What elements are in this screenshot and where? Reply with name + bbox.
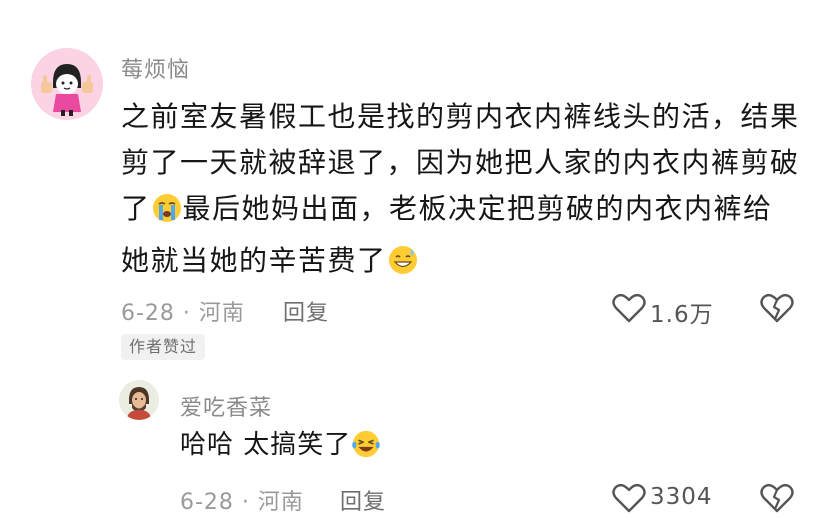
like-count: 1.6万 xyxy=(650,302,714,328)
reply-dislike-button[interactable] xyxy=(760,482,794,518)
crying-face-emoji-icon xyxy=(151,192,183,238)
reply-reply-button[interactable]: 回复 xyxy=(340,484,386,516)
broken-heart-icon xyxy=(760,483,794,513)
comment-line-3: 了 最后她妈出面，老板决定把剪破的内衣内裤给 xyxy=(121,186,811,238)
comment-line-4: 她就当她的辛苦费了 xyxy=(121,238,811,290)
reply-avatar[interactable] xyxy=(119,380,159,420)
reply-button[interactable]: 回复 xyxy=(283,295,329,327)
reply-username[interactable]: 爱吃香菜 xyxy=(180,390,272,422)
comment-username[interactable]: 莓烦恼 xyxy=(121,52,190,84)
comment-text: 之前室友暑假工也是找的剪内衣内裤线头的活，结果 剪了一天就被辞退了，因为她把人家… xyxy=(121,94,811,290)
comment-meta: 6-28 · 河南 xyxy=(121,301,245,326)
reply-meta: 6-28 · 河南 xyxy=(180,490,304,515)
comment-line-2: 剪了一天就被辞退了，因为她把人家的内衣内裤剪破 xyxy=(121,146,800,179)
author-liked-badge: 作者赞过 xyxy=(121,334,206,360)
reply-text-content: 哈哈 太搞笑了 xyxy=(180,430,352,460)
reply-text: 哈哈 太搞笑了 xyxy=(180,427,740,469)
comment-line-3-prefix: 了 xyxy=(121,192,151,225)
reply-like-count: 3304 xyxy=(650,484,713,510)
heart-icon xyxy=(612,293,646,323)
comment-line-3-text: 最后她妈出面，老板决定把剪破的内衣内裤给 xyxy=(182,192,773,225)
reply-like-button[interactable] xyxy=(612,482,646,518)
comment-line-1: 之前室友暑假工也是找的剪内衣内裤线头的活，结果 xyxy=(121,100,800,133)
avatar[interactable] xyxy=(31,48,103,120)
broken-heart-icon xyxy=(760,293,794,323)
bearded-man-avatar-icon xyxy=(119,380,159,420)
laughing-tears-emoji-icon xyxy=(351,429,381,469)
like-button[interactable] xyxy=(612,292,646,328)
grinning-sweat-emoji-icon xyxy=(387,244,419,290)
comment-line-4-text: 她就当她的辛苦费了 xyxy=(121,244,387,277)
cartoon-girl-avatar-icon xyxy=(31,48,103,120)
heart-icon xyxy=(612,483,646,513)
dislike-button[interactable] xyxy=(760,292,794,328)
